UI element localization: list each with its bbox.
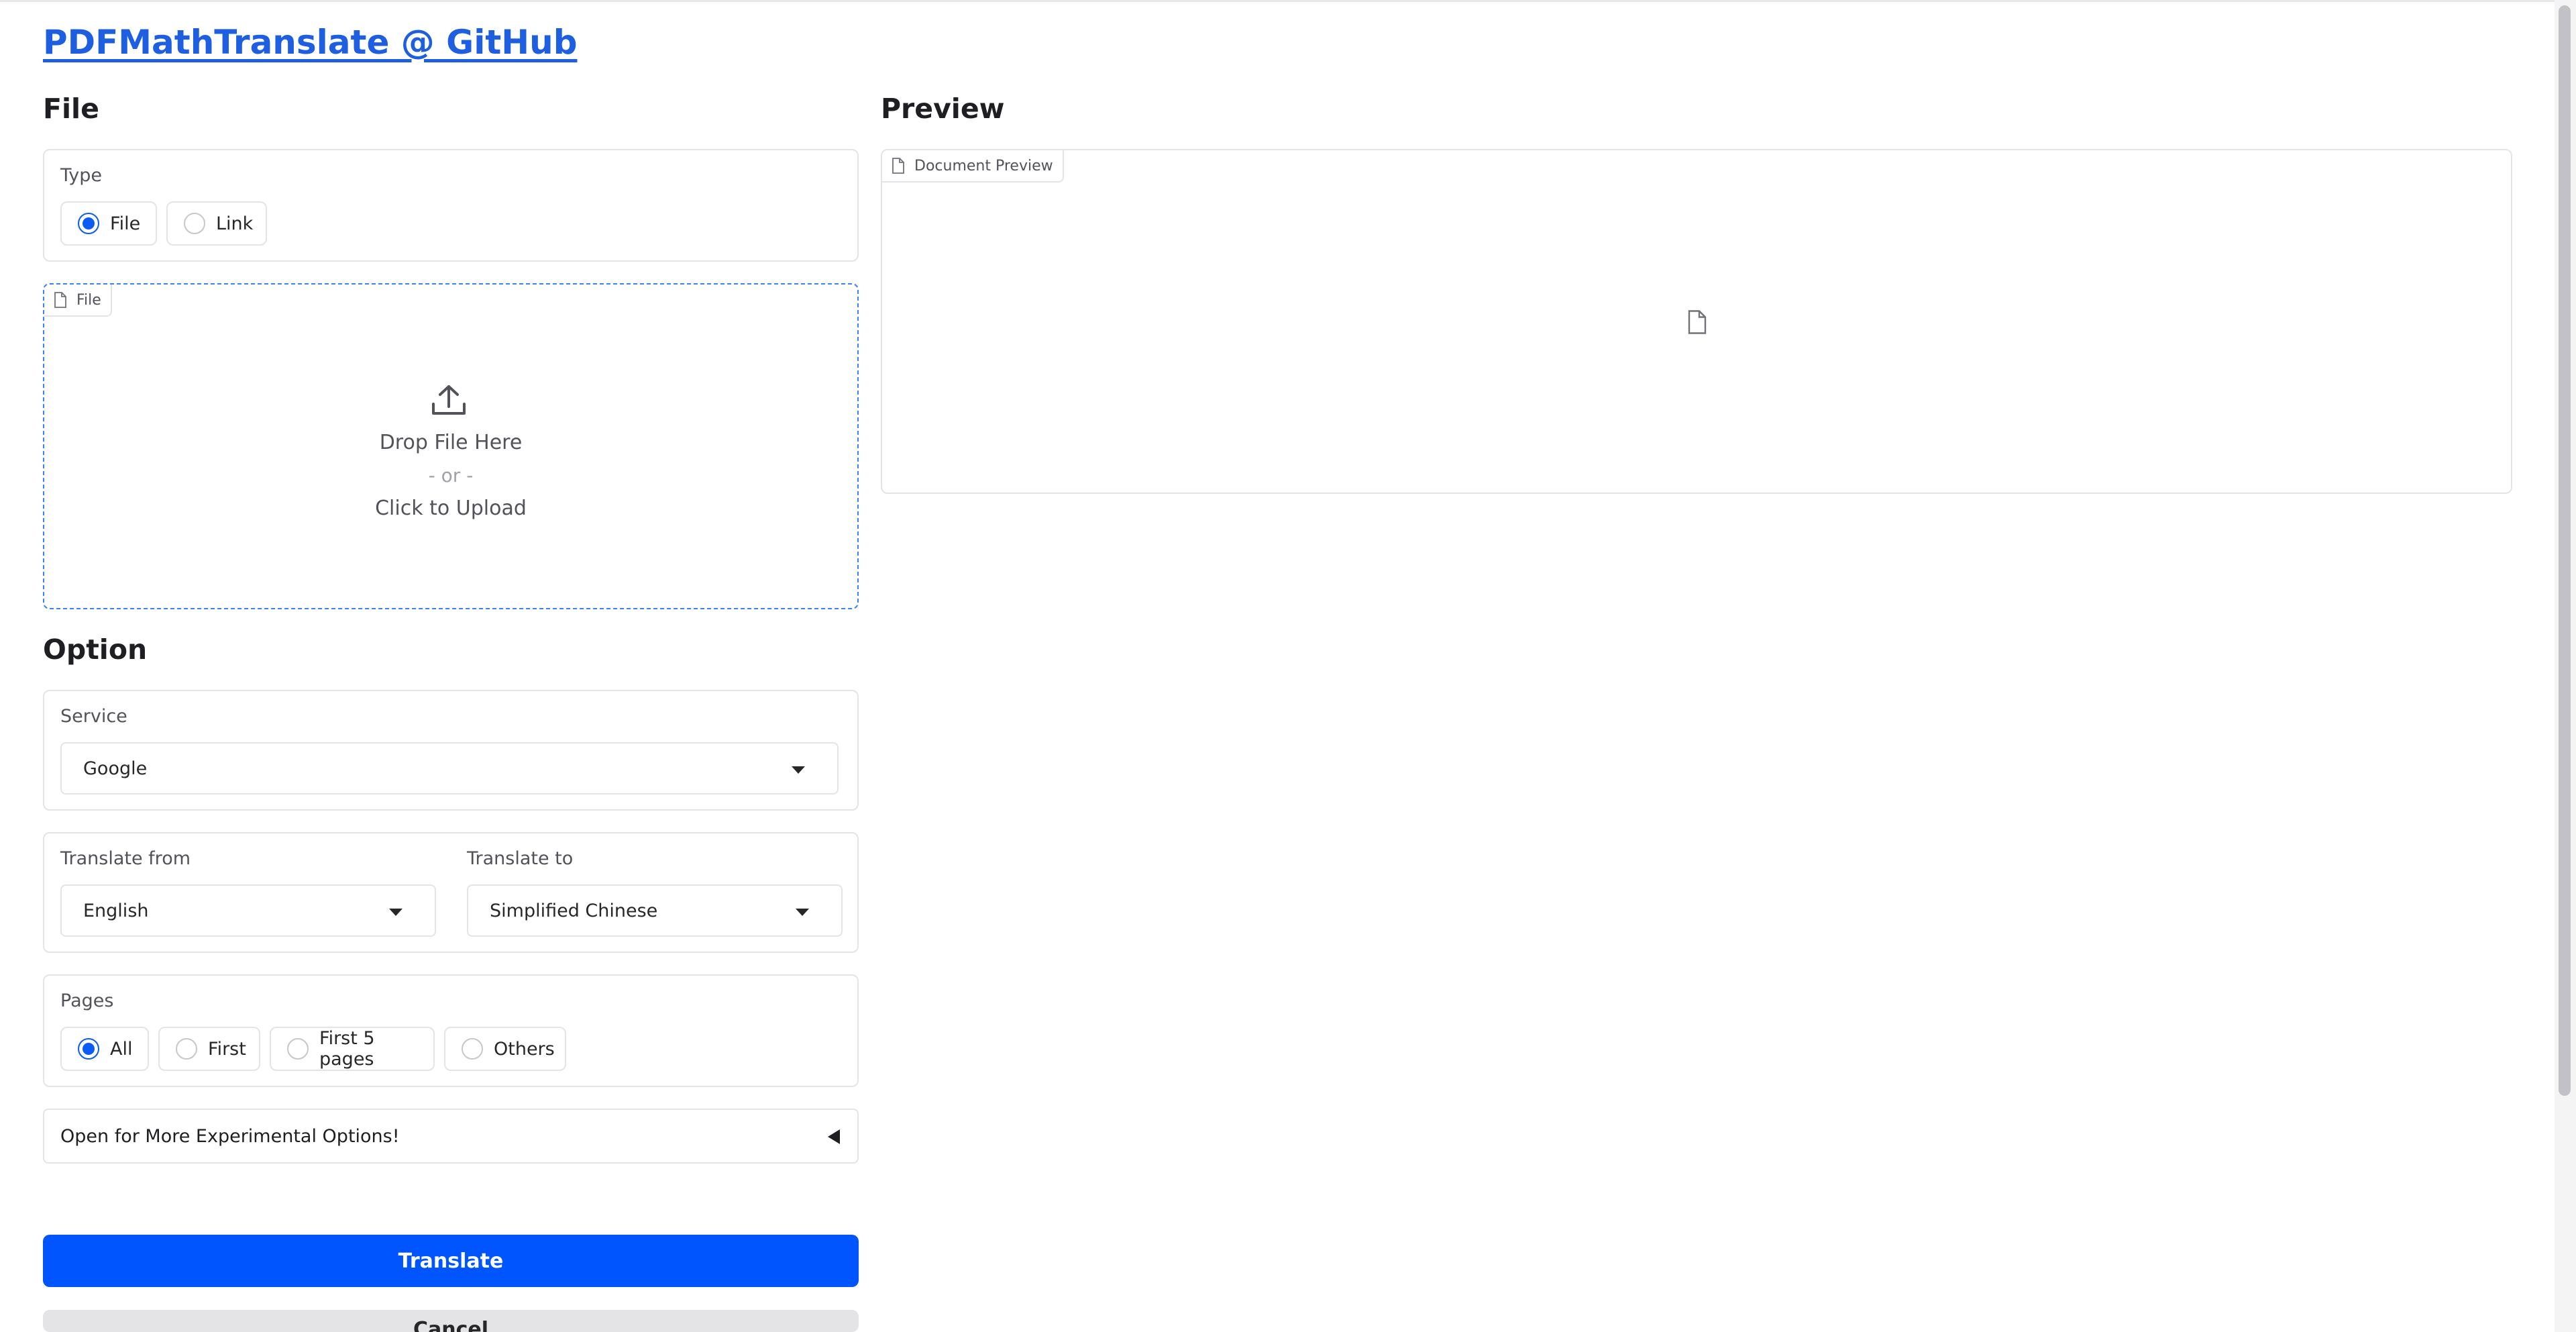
github-title-link[interactable]: PDFMathTranslate @ GitHub — [43, 23, 577, 62]
translate-from-value: English — [83, 900, 149, 921]
or-text: - or - — [428, 464, 474, 486]
file-upload-tag: File — [44, 285, 112, 317]
service-block: Service Google — [43, 690, 859, 811]
upload-icon — [432, 385, 466, 415]
type-radio-link[interactable]: Link — [166, 201, 267, 246]
caret-left-icon — [828, 1129, 840, 1144]
radio-unselected-icon — [462, 1038, 483, 1060]
translate-from-label: Translate from — [60, 848, 191, 869]
type-label: Type — [60, 165, 103, 186]
file-heading: File — [43, 93, 99, 125]
document-preview-tag-label: Document Preview — [914, 157, 1053, 174]
file-icon — [54, 292, 66, 308]
drop-file-text: Drop File Here — [379, 431, 523, 454]
radio-selected-icon — [78, 213, 99, 234]
pages-radio-all[interactable]: All — [60, 1027, 149, 1071]
type-radio-file[interactable]: File — [60, 201, 157, 246]
preview-heading: Preview — [881, 93, 1005, 125]
page: PDFMathTranslate @ GitHub File Type File… — [0, 0, 2576, 1332]
radio-unselected-icon — [287, 1038, 309, 1060]
experimental-options-accordion[interactable]: Open for More Experimental Options! — [43, 1109, 859, 1164]
option-heading: Option — [43, 633, 148, 666]
chevron-down-icon — [792, 766, 805, 774]
pages-radio-all-label: All — [110, 1038, 133, 1060]
radio-selected-icon — [78, 1038, 99, 1060]
service-select[interactable]: Google — [60, 742, 839, 795]
document-preview-panel: Document Preview — [881, 149, 2512, 494]
pages-radio-first[interactable]: First — [158, 1027, 260, 1071]
file-upload-tag-label: File — [76, 291, 101, 309]
pages-radio-first5[interactable]: First 5 pages — [270, 1027, 435, 1071]
pages-block: Pages All First First 5 pages Others — [43, 974, 859, 1087]
pages-radio-first-label: First — [208, 1038, 246, 1060]
type-block: Type File Link — [43, 149, 859, 262]
chevron-down-icon — [796, 909, 809, 916]
translate-to-value: Simplified Chinese — [490, 900, 658, 921]
pages-radio-others[interactable]: Others — [444, 1027, 566, 1071]
radio-unselected-icon — [176, 1038, 197, 1060]
pages-radio-others-label: Others — [494, 1038, 555, 1060]
top-border — [0, 0, 2576, 2]
empty-document-icon — [1688, 310, 1707, 334]
translate-to-select[interactable]: Simplified Chinese — [467, 884, 843, 937]
file-icon — [892, 158, 904, 174]
pages-radio-first5-label: First 5 pages — [319, 1028, 375, 1070]
file-dropzone[interactable]: File Drop File Here - or - Click to Uplo… — [43, 283, 859, 609]
cancel-button[interactable]: Cancel — [43, 1310, 859, 1332]
service-label: Service — [60, 706, 127, 727]
language-block: Translate from English Translate to Simp… — [43, 832, 859, 953]
type-radio-file-label: File — [110, 213, 141, 234]
type-radio-link-label: Link — [216, 213, 254, 234]
translate-from-select[interactable]: English — [60, 884, 436, 937]
click-to-upload-text: Click to Upload — [375, 497, 527, 520]
document-preview-tag: Document Preview — [882, 150, 1064, 183]
translate-button[interactable]: Translate — [43, 1235, 859, 1287]
translate-to-label: Translate to — [467, 848, 574, 869]
chevron-down-icon — [389, 909, 402, 916]
service-select-value: Google — [83, 758, 148, 779]
experimental-options-label: Open for More Experimental Options! — [60, 1125, 400, 1147]
scrollbar-thumb[interactable] — [2559, 5, 2571, 1096]
pages-label: Pages — [60, 990, 114, 1011]
radio-unselected-icon — [184, 213, 205, 234]
